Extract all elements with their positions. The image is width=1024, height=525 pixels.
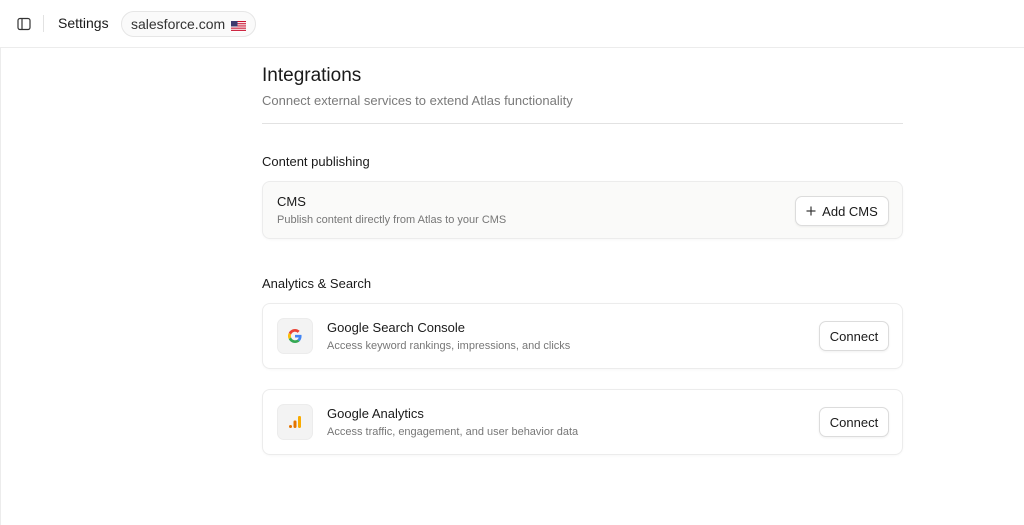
plus-icon	[806, 204, 816, 219]
ga-card-title: Google Analytics	[327, 406, 424, 421]
ga-card-description: Access traffic, engagement, and user beh…	[327, 426, 579, 438]
cms-card: CMS Publish content directly from Atlas …	[262, 181, 903, 239]
google-analytics-card: Google Analytics Access traffic, engagem…	[262, 389, 903, 455]
section-title-content-publishing: Content publishing	[262, 154, 370, 169]
google-icon	[277, 318, 313, 354]
connect-search-console-button[interactable]: Connect	[819, 321, 889, 351]
gsc-card-title: Google Search Console	[327, 320, 466, 335]
cms-card-description: Publish content directly from Atlas to y…	[277, 214, 507, 226]
site-name: salesforce.com	[131, 16, 226, 32]
google-analytics-icon	[277, 404, 313, 440]
page-breadcrumb-settings: Settings	[58, 15, 109, 31]
us-flag-icon	[231, 19, 247, 32]
sidebar-toggle-icon[interactable]	[14, 14, 34, 34]
top-bar: Settings salesforce.com	[0, 0, 1024, 48]
page-title: Integrations	[262, 65, 362, 86]
page-subtitle: Connect external services to extend Atla…	[262, 93, 573, 108]
add-cms-label: Add CMS	[822, 203, 878, 219]
topbar-divider	[43, 15, 44, 32]
section-title-analytics-search: Analytics & Search	[262, 276, 372, 291]
sidebar-edge	[0, 48, 1, 525]
header-divider	[262, 123, 903, 124]
connect-analytics-button[interactable]: Connect	[819, 407, 889, 437]
site-selector[interactable]: salesforce.com	[121, 11, 257, 37]
cms-card-title: CMS	[277, 194, 306, 209]
gsc-card-description: Access keyword rankings, impressions, an…	[327, 340, 571, 352]
add-cms-button[interactable]: Add CMS	[795, 196, 889, 226]
google-search-console-card: Google Search Console Access keyword ran…	[262, 303, 903, 369]
